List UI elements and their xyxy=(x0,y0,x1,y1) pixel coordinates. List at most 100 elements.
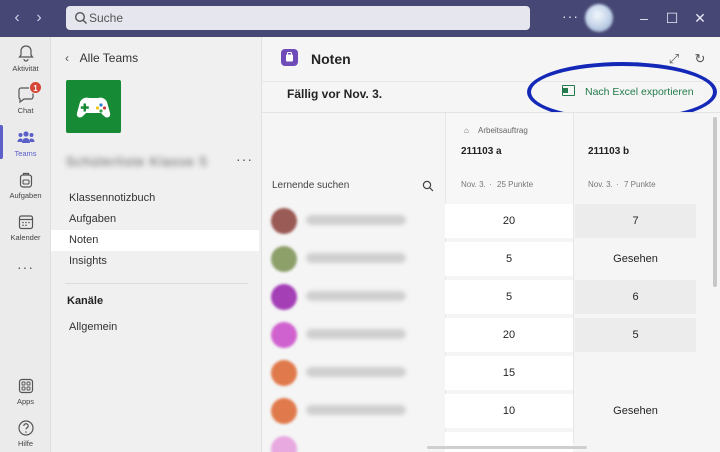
backpack-icon xyxy=(19,172,32,188)
rail-item-apps[interactable]: Apps xyxy=(0,376,51,406)
rail-item-chat[interactable]: Chat xyxy=(0,85,51,115)
divider xyxy=(65,283,248,284)
expand-icon[interactable]: ⤢ xyxy=(666,51,682,67)
assignment-points: 7 Punkte xyxy=(624,180,656,189)
search-placeholder: Suche xyxy=(89,11,124,25)
assignment-title: 211103 a xyxy=(461,146,502,157)
student-name xyxy=(306,405,406,415)
rail-item-assignments[interactable]: Aufgaben xyxy=(0,170,51,200)
rail-item-teams[interactable]: Teams xyxy=(0,128,51,158)
more-icon: ··· xyxy=(17,259,34,275)
student-avatar xyxy=(271,436,297,452)
search-icon xyxy=(74,11,87,24)
grade-cell[interactable]: 20 xyxy=(445,204,573,238)
forward-arrow-icon[interactable]: › xyxy=(30,9,48,27)
menu-item-insights[interactable]: Insights xyxy=(51,251,259,272)
student-name xyxy=(306,329,406,339)
student-row: 5 6 xyxy=(262,278,720,316)
assignment-column-a[interactable]: ⌂ Arbeitsauftrag 211103 a Nov. 3. · 25 P… xyxy=(445,113,573,203)
assignment-date: Nov. 3. xyxy=(588,180,613,189)
maximize-icon[interactable]: ☐ xyxy=(662,8,682,28)
grade-cell[interactable]: 5 xyxy=(445,280,573,314)
grade-cell[interactable]: 15 xyxy=(445,356,573,390)
menu-item-grades[interactable]: Noten xyxy=(51,230,259,251)
rail-label: Chat xyxy=(17,106,34,115)
gamepad-icon xyxy=(76,97,111,118)
page-title: Noten xyxy=(311,51,351,67)
student-avatar xyxy=(271,322,297,348)
student-row: 10 Gesehen xyxy=(262,392,720,430)
grade-cell[interactable]: 7 xyxy=(575,204,696,238)
rail-label: Apps xyxy=(16,397,35,406)
student-avatar xyxy=(271,284,297,310)
rail-item-more[interactable]: ··· xyxy=(0,259,51,277)
grade-cell[interactable]: 6 xyxy=(575,280,696,314)
student-avatar xyxy=(271,398,297,424)
student-name xyxy=(306,215,406,225)
assignment-column-b[interactable]: 211103 b Nov. 3. · 7 Punkte xyxy=(573,113,698,203)
title-bar: ‹ › Suche ··· – ☐ ✕ xyxy=(0,0,720,37)
assignment-date: Nov. 3. xyxy=(461,180,486,189)
grade-cell[interactable]: 20 xyxy=(445,318,573,352)
vertical-scrollbar[interactable] xyxy=(713,117,717,287)
rail-label: Kalender xyxy=(10,233,41,242)
grade-cell[interactable] xyxy=(573,356,698,390)
student-name xyxy=(306,291,406,301)
bell-icon xyxy=(17,45,34,62)
team-logo xyxy=(66,80,121,133)
due-filter-label: Fällig vor Nov. 3. xyxy=(287,87,383,101)
back-arrow-icon[interactable]: ‹ xyxy=(8,9,26,27)
minimize-icon[interactable]: – xyxy=(634,8,654,28)
rail-item-help[interactable]: Hilfe xyxy=(0,418,51,448)
chat-badge: 1 xyxy=(29,81,42,94)
student-avatar xyxy=(271,208,297,234)
grades-app-icon xyxy=(281,49,298,66)
team-more-options-icon[interactable]: ··· xyxy=(236,151,253,167)
menu-item-class-notebook[interactable]: Klassennotizbuch xyxy=(51,188,259,209)
chevron-left-icon: ‹ xyxy=(65,51,69,65)
channels-heading: Kanäle xyxy=(67,295,104,307)
grades-view: Noten ⤢ ↻ Fällig vor Nov. 3. Nach Excel … xyxy=(262,37,720,452)
search-icon[interactable] xyxy=(422,180,434,192)
rail-item-calendar[interactable]: Kalender xyxy=(0,212,51,242)
meta-separator: · xyxy=(616,180,619,189)
assignment-points: 25 Punkte xyxy=(497,180,534,189)
rail-label: Teams xyxy=(14,149,37,158)
menu-item-assignments[interactable]: Aufgaben xyxy=(51,209,259,230)
more-options-icon[interactable]: ··· xyxy=(562,8,579,24)
team-panel: ‹ Alle Teams Schülerliste Klasse 5 ··· K… xyxy=(51,37,262,452)
channel-item-general[interactable]: Allgemein xyxy=(51,317,259,338)
calendar-icon xyxy=(18,215,33,230)
teams-icon xyxy=(17,131,34,143)
student-name xyxy=(306,253,406,263)
student-row: 5 Gesehen xyxy=(262,240,720,278)
grade-cell[interactable]: Gesehen xyxy=(573,242,698,276)
student-avatar xyxy=(271,360,297,386)
user-avatar[interactable] xyxy=(585,4,613,32)
grade-cell[interactable]: 5 xyxy=(575,318,696,352)
grade-cell[interactable]: 10 xyxy=(445,394,573,428)
horizontal-scrollbar[interactable] xyxy=(427,446,587,449)
search-input[interactable]: Suche xyxy=(66,6,530,30)
student-row: 20 5 xyxy=(262,316,720,354)
team-name: Schülerliste Klasse 5 xyxy=(66,154,208,169)
rail-label: Aufgaben xyxy=(9,191,42,200)
rail-item-activity[interactable]: Aktivität xyxy=(0,43,51,73)
assignment-title: 211103 b xyxy=(588,146,630,157)
grade-cell[interactable]: 5 xyxy=(445,242,573,276)
back-to-teams-link[interactable]: ‹ Alle Teams xyxy=(65,51,138,65)
app-rail: Aktivität Chat 1 Teams Aufgaben Kalender… xyxy=(0,37,51,452)
student-search-input[interactable]: Lernende suchen xyxy=(272,180,349,191)
grade-cell[interactable]: Gesehen xyxy=(573,394,698,428)
apps-icon xyxy=(18,378,33,394)
grade-cell[interactable] xyxy=(445,432,573,452)
rail-label: Hilfe xyxy=(17,439,33,448)
close-icon[interactable]: ✕ xyxy=(690,8,710,28)
help-icon xyxy=(17,420,34,436)
student-row: 20 7 xyxy=(262,202,720,240)
tag-icon: ⌂ xyxy=(464,126,469,135)
student-avatar xyxy=(271,246,297,272)
refresh-icon[interactable]: ↻ xyxy=(692,51,708,67)
rail-label: Aktivität xyxy=(12,64,39,73)
assignment-tag: Arbeitsauftrag xyxy=(478,126,528,135)
